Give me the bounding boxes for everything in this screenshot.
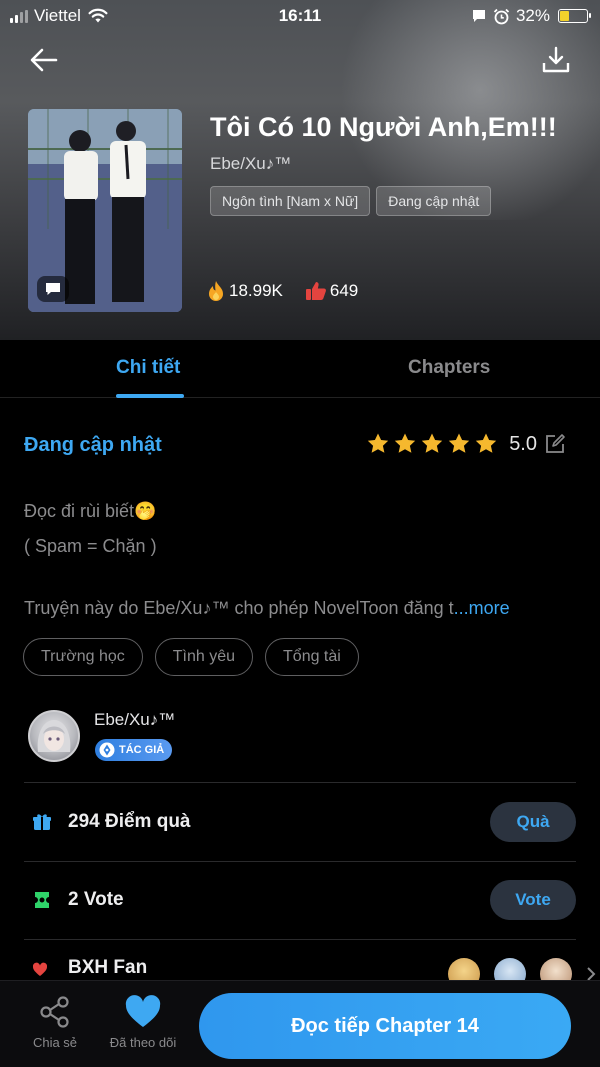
ticket-icon — [35, 892, 49, 908]
author-badge-label: TÁC GIẢ — [119, 744, 165, 756]
gift-row: 294 Điểm quà Quà — [24, 784, 576, 862]
edit-icon[interactable] — [544, 433, 566, 455]
gift-points: 294 Điểm quà — [68, 811, 191, 832]
share-icon — [40, 996, 69, 1028]
description-line: ( Spam = Chặn ) — [24, 536, 157, 556]
heart-rank-icon — [32, 962, 48, 976]
download-icon — [542, 46, 570, 73]
gift-button[interactable]: Quà — [490, 802, 576, 842]
status-bar: Viettel 16:11 32% — [0, 0, 600, 32]
tab-bar: Chi tiết Chapters — [0, 340, 600, 398]
likes-count: 649 — [329, 281, 359, 300]
gift-icon — [33, 814, 51, 830]
star-icon — [421, 433, 443, 453]
permission-body: Truyện này do Ebe/Xu♪™ cho phép NovelToo… — [24, 598, 454, 618]
download-button[interactable] — [540, 44, 572, 76]
tag-status: Đang cập nhật — [376, 186, 492, 216]
fire-icon — [209, 281, 223, 301]
book-description: Đọc đi rùi biết🤭 ( Spam = Chặn ) — [24, 494, 157, 564]
book-tags: Ngôn tình [Nam x Nữ] Đang cập nhật — [210, 186, 492, 216]
tag-genre[interactable]: Ngôn tình [Nam x Nữ] — [210, 186, 371, 216]
comment-icon — [46, 283, 60, 295]
chip-romance[interactable]: Tình yêu — [154, 638, 254, 676]
message-icon — [472, 10, 485, 22]
battery-percent: 32% — [515, 6, 550, 25]
permission-text: Truyện này do Ebe/Xu♪™ cho phép NovelToo… — [24, 598, 510, 619]
author-badge: TÁC GIẢ — [95, 739, 173, 761]
vote-count: 2 Vote — [68, 889, 124, 910]
star-icon — [394, 433, 416, 453]
tab-detail[interactable]: Chi tiết — [116, 357, 180, 379]
arrow-left-icon — [30, 48, 58, 72]
chip-ceo[interactable]: Tổng tài — [265, 638, 359, 676]
avatar-image — [37, 720, 71, 752]
rating[interactable]: 5.0 — [366, 432, 566, 456]
star-icon — [367, 433, 389, 453]
divider — [24, 782, 576, 783]
chip-school[interactable]: Trường học — [23, 638, 143, 676]
status-right: 32% — [471, 6, 591, 26]
book-header: Viettel 16:11 32% Tôi Có 10 Người Anh,Em… — [0, 0, 600, 340]
bottom-bar: Chia sẻ Đã theo dõi Đọc tiếp Chapter 14 — [0, 980, 600, 1067]
back-button[interactable] — [28, 44, 60, 76]
pen-badge-icon — [99, 742, 115, 758]
share-label: Chia sẻ — [32, 1035, 78, 1050]
alarm-icon — [493, 8, 510, 24]
vote-button[interactable]: Vote — [490, 880, 576, 920]
star-icon — [448, 433, 470, 453]
views-count: 18.99K — [229, 281, 283, 300]
views-stat: 18.99K — [206, 280, 283, 302]
share-button[interactable]: Chia sẻ — [24, 995, 86, 1050]
follow-label: Đã theo dõi — [109, 1035, 177, 1050]
vote-row: 2 Vote Vote — [24, 862, 576, 940]
heart-icon — [125, 995, 161, 1027]
continue-reading-button[interactable]: Đọc tiếp Chapter 14 — [199, 993, 571, 1059]
book-stats: 18.99K 649 — [206, 280, 358, 302]
thumbs-up-icon — [305, 282, 326, 300]
comment-badge[interactable] — [37, 276, 69, 302]
battery-icon — [558, 9, 591, 23]
genre-chips: Trường học Tình yêu Tổng tài — [23, 638, 359, 676]
description-line: Đọc đi rùi biết🤭 — [24, 501, 157, 521]
star-icon — [475, 433, 497, 453]
follow-button[interactable]: Đã theo dõi — [104, 995, 182, 1050]
likes-stat: 649 — [305, 281, 358, 301]
update-status: Đang cập nhật — [24, 434, 162, 456]
author-card[interactable]: Ebe/Xu♪™ TÁC GIẢ — [28, 708, 576, 782]
book-title: Tôi Có 10 Người Anh,Em!!! — [210, 112, 557, 142]
book-author[interactable]: Ebe/Xu♪™ — [210, 154, 291, 174]
tab-chapters[interactable]: Chapters — [408, 357, 490, 379]
fan-rank-label: BXH Fan — [68, 957, 148, 978]
author-avatar[interactable] — [28, 710, 80, 762]
rating-value: 5.0 — [509, 432, 537, 455]
more-link[interactable]: ...more — [454, 598, 510, 618]
tab-indicator — [116, 394, 184, 398]
author-name: Ebe/Xu♪™ — [94, 710, 176, 729]
